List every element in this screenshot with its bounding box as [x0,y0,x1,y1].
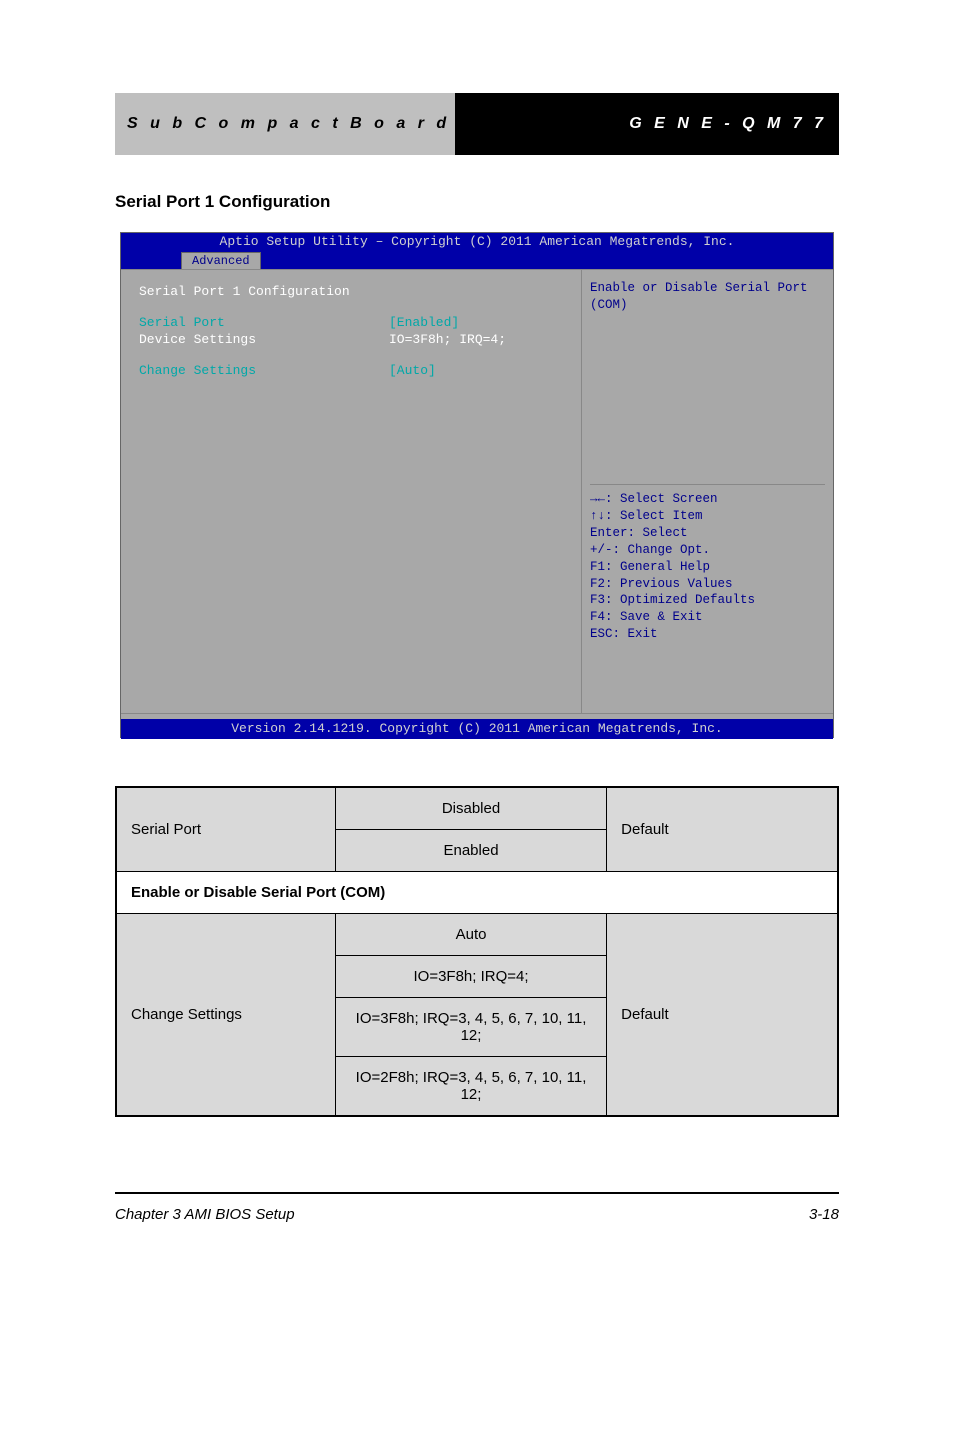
cell-option-value: Disabled [335,787,606,830]
bios-change-label[interactable]: Change Settings [139,363,389,378]
options-table: Serial Port Disabled Default Enabled Ena… [115,786,839,1117]
bios-footer: Version 2.14.1219. Copyright (C) 2011 Am… [121,719,833,739]
footer-rule [115,1192,839,1194]
page: S u b C o m p a c t B o a r d G E N E - … [0,0,954,1432]
cell-default: Default [607,914,838,1117]
footer-right: 3-18 [809,1206,839,1223]
bios-row-label: Device Settings [139,332,389,347]
header-banner: S u b C o m p a c t B o a r d G E N E - … [115,93,839,155]
cell-option-name: Change Settings [116,914,335,1117]
table-section-row: Enable or Disable Serial Port (COM) [116,872,838,914]
bios-left-pane: Serial Port 1 Configuration Serial Port … [121,270,581,713]
cell-option-value: IO=3F8h; IRQ=4; [335,956,606,998]
bios-row-value[interactable]: [Enabled] [389,315,459,330]
bios-right-pane: Enable or Disable Serial Port (COM) →←: … [581,270,833,713]
banner-right: G E N E - Q M 7 7 [455,93,839,155]
cell-option-name: Serial Port [116,787,335,872]
bios-key-line: F3: Optimized Defaults [590,592,825,609]
banner-left: S u b C o m p a c t B o a r d [115,93,455,155]
cell-option-value: Enabled [335,830,606,872]
bios-key-line: ↑↓: Select Item [590,508,825,525]
cell-default: Default [607,787,838,872]
bios-key-line: F2: Previous Values [590,576,825,593]
cell-option-value: Auto [335,914,606,956]
bios-tabbar: Advanced [121,251,833,269]
cell-section: Enable or Disable Serial Port (COM) [116,872,838,914]
bios-key-line: F4: Save & Exit [590,609,825,626]
table-row: Serial Port Disabled Default [116,787,838,830]
bios-row-label[interactable]: Serial Port [139,315,389,330]
bios-key-help: →←: Select Screen ↑↓: Select Item Enter:… [590,485,825,703]
bios-key-line: Enter: Select [590,525,825,542]
bios-key-line: +/-: Change Opt. [590,542,825,559]
table-row: Change Settings Auto Default [116,914,838,956]
bios-row-value: IO=3F8h; IRQ=4; [389,332,506,347]
bios-key-line: →←: Select Screen [590,491,825,508]
footer-left: Chapter 3 AMI BIOS Setup [115,1206,295,1223]
bios-body: Serial Port 1 Configuration Serial Port … [121,269,833,713]
bios-titlebar: Aptio Setup Utility – Copyright (C) 2011… [121,233,833,251]
bios-change-value[interactable]: [Auto] [389,363,436,378]
bios-tab-advanced[interactable]: Advanced [181,252,261,269]
bios-help-text: Enable or Disable Serial Port (COM) [590,280,825,314]
cell-option-value: IO=3F8h; IRQ=3, 4, 5, 6, 7, 10, 11, 12; [335,998,606,1057]
bios-heading: Serial Port 1 Configuration [139,284,389,299]
bios-key-line: F1: General Help [590,559,825,576]
cell-option-value: IO=2F8h; IRQ=3, 4, 5, 6, 7, 10, 11, 12; [335,1057,606,1117]
section-title: Serial Port 1 Configuration [115,192,330,212]
bios-key-line: ESC: Exit [590,626,825,643]
bios-screenshot: Aptio Setup Utility – Copyright (C) 2011… [120,232,834,738]
